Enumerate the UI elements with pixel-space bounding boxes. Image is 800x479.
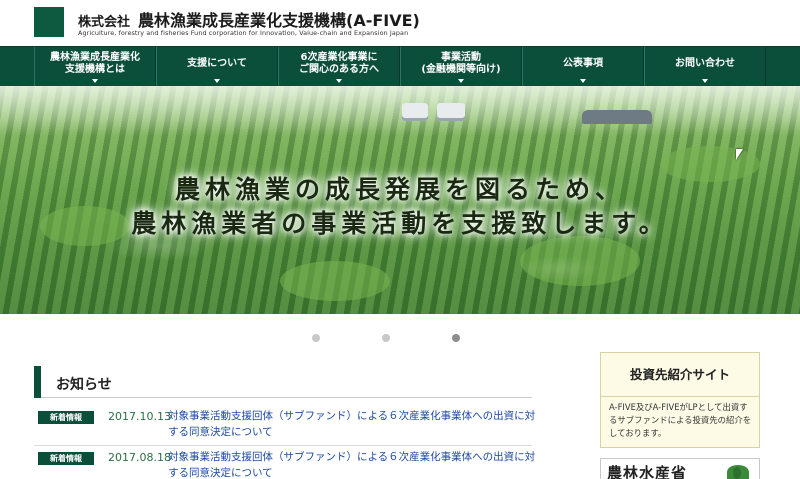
nav-item-business[interactable]: 事業活動 (金融機関等向け): [400, 47, 522, 87]
site-header: 株式会社 農林漁業成長産業化支援機構(A-FIVE) Agriculture, f…: [0, 0, 800, 46]
news-date: 2017.08.18: [108, 451, 171, 464]
logo-mark[interactable]: [34, 7, 64, 37]
maff-banner[interactable]: 農林水産省: [600, 458, 760, 479]
chevron-down-icon: [336, 79, 342, 83]
news-date: 2017.10.13: [108, 410, 171, 423]
investee-site-banner[interactable]: 投資先紹介サイト A-FIVE及びA-FIVEがLPとして出資するサブファンドに…: [600, 352, 760, 448]
nav-label-line1: 公表事項: [563, 58, 603, 69]
hero-banner[interactable]: 農林漁業の成長発展を図るため、 農林漁業者の事業活動を支援致します。: [0, 86, 800, 314]
site-title[interactable]: 株式会社 農林漁業成長産業化支援機構(A-FIVE): [78, 7, 420, 31]
chevron-down-icon: [702, 79, 708, 83]
nav-label-line1: 事業活動: [440, 52, 481, 63]
harvester-image: [437, 103, 465, 121]
chevron-down-icon: [214, 79, 220, 83]
heading-accent-bar: [34, 366, 41, 398]
hero-headline-line1: 農林漁業の成長発展を図るため、: [174, 175, 625, 204]
nav-label-line1: お問い合わせ: [675, 58, 735, 69]
harvester-image: [402, 103, 428, 121]
mouse-cursor-icon: [736, 149, 743, 160]
nav-item-about[interactable]: 農林漁業成長産業化 支援機構とは: [34, 47, 156, 87]
news-section-heading: お知らせ: [34, 366, 532, 398]
slider-dot-1[interactable]: [312, 334, 320, 342]
investee-site-description: A-FIVE及びA-FIVEがLPとして出資するサブファンドによる投資先の紹介を…: [609, 402, 752, 438]
vehicle-image: [582, 110, 652, 124]
nav-item-sixth-industry[interactable]: 6次産業化事業に ご関心のある方へ: [278, 47, 400, 87]
nav-item-support[interactable]: 支援について: [156, 47, 278, 87]
maff-label: 農林水産省: [607, 464, 688, 479]
company-name: 農林漁業成長産業化支援機構(A-FIVE): [138, 11, 420, 30]
nav-item-disclosure[interactable]: 公表事項: [522, 47, 644, 87]
nav-label-line2: ご関心のある方へ: [299, 64, 379, 75]
news-item: 新着情報 2017.10.13 対象事業活動支援回体（サブファンド）による６次産…: [34, 406, 535, 446]
nav-label-line1: 支援について: [187, 58, 247, 69]
news-heading-title: お知らせ: [56, 377, 112, 393]
nav-item-contact[interactable]: お問い合わせ: [644, 47, 766, 87]
investee-site-title: 投資先紹介サイト: [601, 353, 759, 397]
nav-label-line1: 6次産業化事業に: [300, 52, 378, 63]
news-link[interactable]: 対象事業活動支援回体（サブファンド）による６次産業化事業体への出資に対する同意決…: [168, 408, 536, 440]
news-link[interactable]: 対象事業活動支援回体（サブファンド）による６次産業化事業体への出資に対する同意決…: [168, 449, 536, 479]
news-item: 新着情報 2017.08.18 対象事業活動支援回体（サブファンド）による６次産…: [34, 447, 535, 479]
hero-headline-line2: 農林漁業者の事業活動を支援致します。: [131, 209, 669, 238]
company-english-name: Agriculture, forestry and fisheries Fund…: [78, 29, 409, 37]
company-prefix: 株式会社: [78, 15, 131, 30]
nav-label-line2: (金融機関等向け): [421, 64, 501, 75]
chevron-down-icon: [458, 79, 464, 83]
nav-label-line2: 支援機構とは: [65, 64, 125, 75]
slider-dot-3[interactable]: [452, 334, 460, 342]
chevron-down-icon: [92, 79, 98, 83]
main-navigation: 農林漁業成長産業化 支援機構とは 支援について 6次産業化事業に ご関心のある方へ …: [0, 46, 800, 87]
slider-dot-2[interactable]: [382, 334, 390, 342]
chevron-down-icon: [580, 79, 586, 83]
news-badge: 新着情報: [38, 411, 94, 424]
news-badge: 新着情報: [38, 452, 94, 465]
nav-label-line1: 農林漁業成長産業化: [50, 52, 140, 63]
